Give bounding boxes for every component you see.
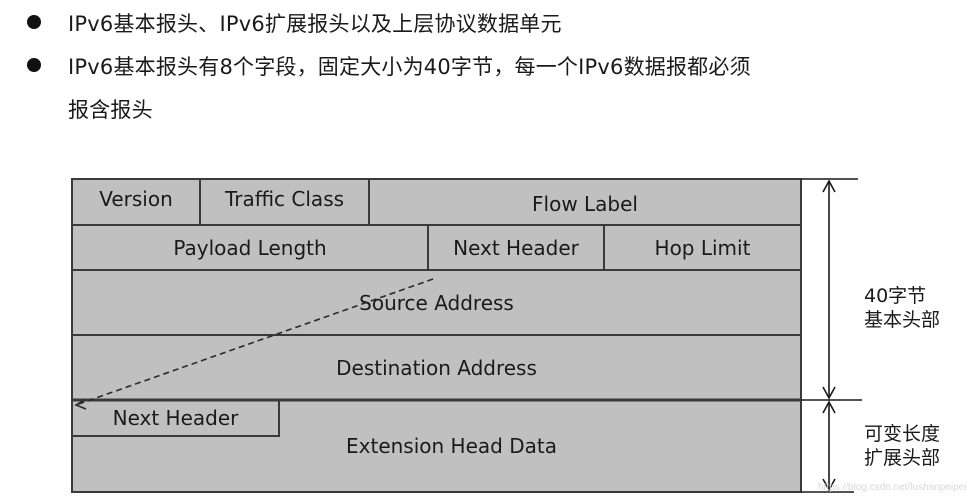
basic-header-size-line-1: 40字节 <box>864 285 927 307</box>
extension-header-size-label: 可变长度 扩展头部 <box>864 422 940 470</box>
basic-header-size-line-2: 基本头部 <box>864 309 941 331</box>
next-header-pointer-line <box>75 278 434 406</box>
watermark: https://blog.csdn.net/lushanpeipei <box>818 482 967 493</box>
basic-header-size-label: 40字节 基本头部 <box>864 284 940 332</box>
diagram-lines <box>71 178 862 493</box>
extension-header-size-line-2: 扩展头部 <box>864 447 941 469</box>
extension-header-size-line-1: 可变长度 <box>864 423 941 445</box>
extension-next-header-box <box>72 400 280 437</box>
